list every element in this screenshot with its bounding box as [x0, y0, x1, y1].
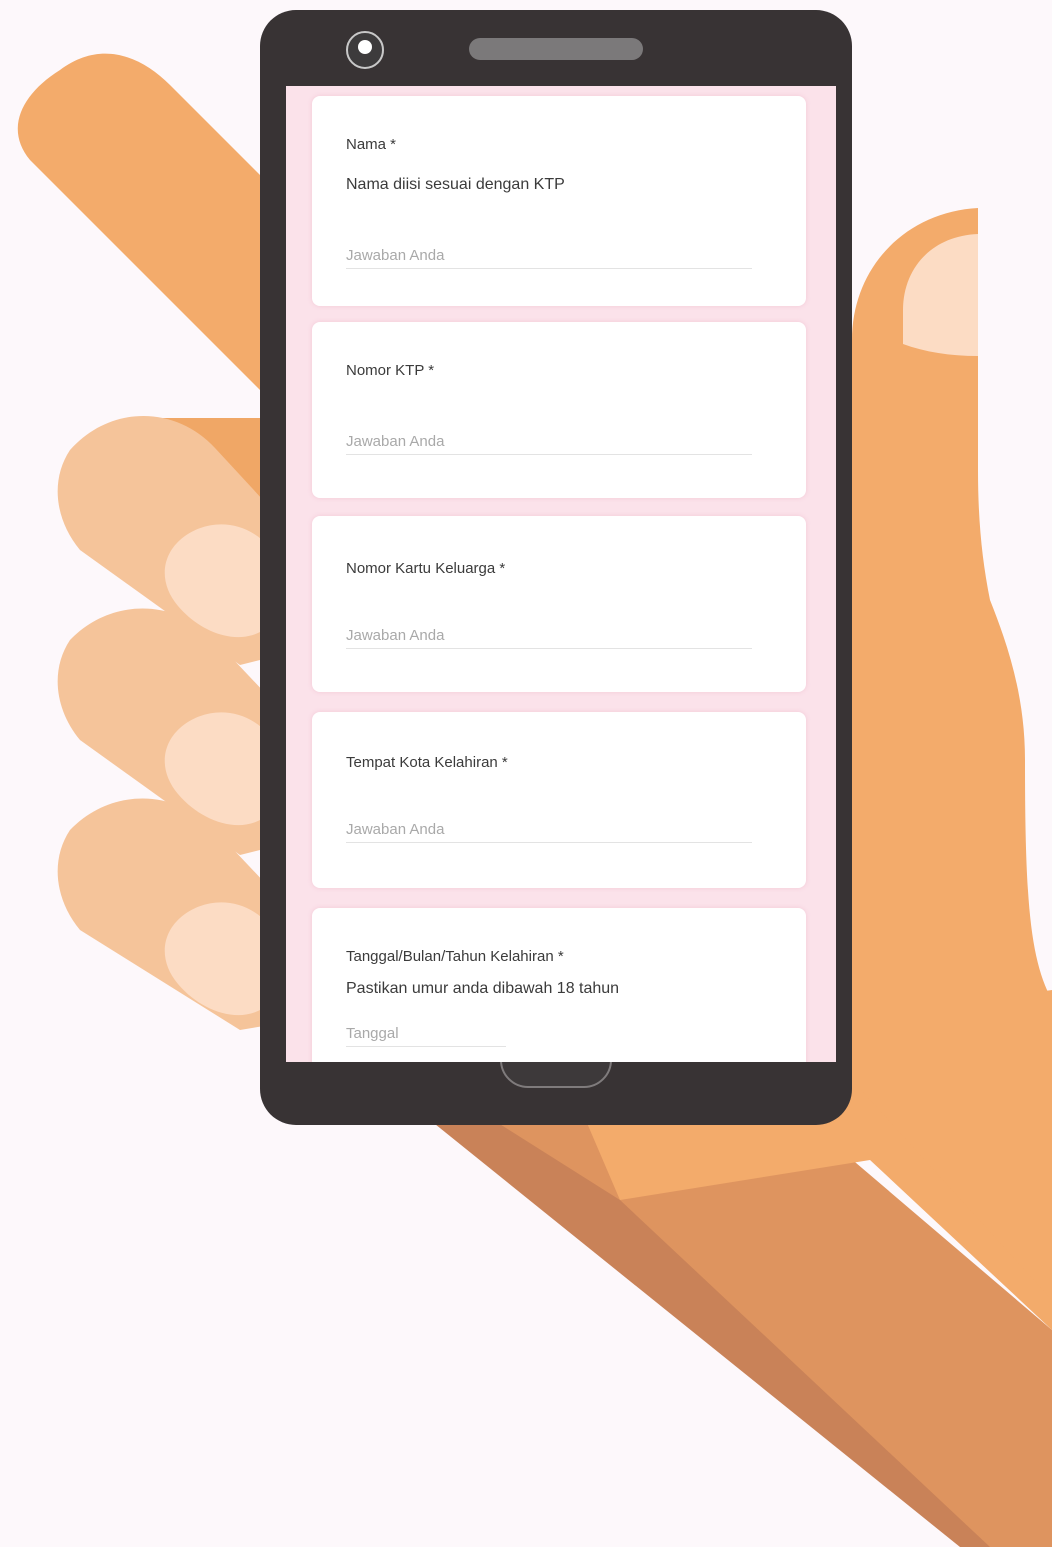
tempat-lahir-input[interactable] — [346, 816, 752, 843]
phone-screen: Nama * Nama diisi sesuai dengan KTP Nomo… — [286, 86, 836, 1062]
question-label: Nama * — [346, 136, 397, 153]
question-card-nomor-kk: Nomor Kartu Keluarga * — [312, 516, 806, 692]
question-label: Tanggal/Bulan/Tahun Kelahiran * — [346, 948, 564, 965]
question-label: Nomor Kartu Keluarga * — [346, 560, 506, 577]
question-description: Pastikan umur anda dibawah 18 tahun — [346, 980, 620, 997]
question-label: Nomor KTP * — [346, 362, 435, 379]
question-card-tempat-lahir: Tempat Kota Kelahiran * — [312, 712, 806, 888]
question-card-nama: Nama * Nama diisi sesuai dengan KTP — [312, 96, 806, 306]
nomor-ktp-input[interactable] — [346, 428, 752, 455]
question-label: Tempat Kota Kelahiran * — [346, 754, 508, 771]
question-description: Nama diisi sesuai dengan KTP — [346, 176, 565, 193]
nomor-kk-input[interactable] — [346, 622, 752, 649]
tanggal-lahir-input[interactable] — [346, 1020, 506, 1047]
nama-input[interactable] — [346, 242, 752, 269]
question-card-nomor-ktp: Nomor KTP * — [312, 322, 806, 498]
question-card-tanggal-lahir: Tanggal/Bulan/Tahun Kelahiran * Pastikan… — [312, 908, 806, 1062]
camera-icon — [346, 31, 384, 69]
speaker-grille — [469, 38, 643, 60]
